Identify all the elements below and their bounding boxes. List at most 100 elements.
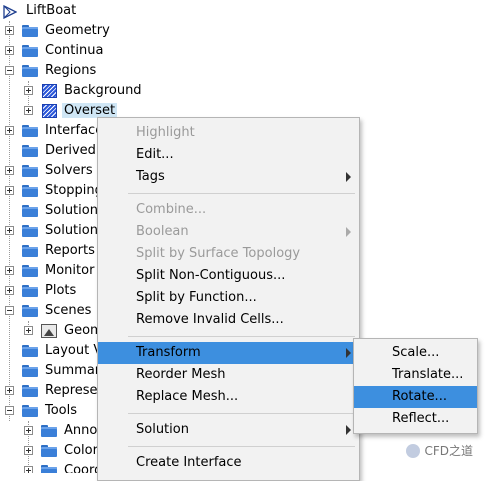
menu-item-label: Combine... bbox=[136, 202, 207, 217]
tree-item-label: Continua bbox=[45, 43, 104, 58]
tree-item-geometry[interactable]: Geometry bbox=[0, 21, 120, 41]
menu-item-label: Reorder Mesh bbox=[136, 367, 226, 382]
tree-item-label: Geometry bbox=[45, 23, 110, 38]
menu-item-transform[interactable]: Transform bbox=[98, 342, 359, 364]
tree-item-label: Solvers bbox=[45, 163, 93, 178]
tree-item-label: Derived bbox=[45, 143, 96, 158]
menu-separator bbox=[128, 336, 355, 337]
submenu-arrow-icon bbox=[346, 425, 351, 435]
tree-item-derived[interactable]: Derived bbox=[0, 141, 97, 161]
menu-item-highlight[interactable]: Highlight bbox=[98, 122, 359, 144]
expand-icon[interactable] bbox=[5, 166, 14, 175]
tree-item-reports[interactable]: Reports bbox=[0, 241, 97, 261]
menu-item-label: Split Non-Contiguous... bbox=[136, 268, 286, 283]
menu-item-split-by-function[interactable]: Split by Function... bbox=[98, 287, 359, 309]
tree-item-interfaces[interactable]: Interface bbox=[0, 121, 97, 141]
expand-icon[interactable] bbox=[5, 286, 14, 295]
tree-item-tools[interactable]: Tools bbox=[0, 401, 97, 421]
submenu-arrow-icon bbox=[346, 348, 351, 358]
menu-item-label: Split by Surface Topology bbox=[136, 246, 301, 261]
folder-icon bbox=[22, 185, 38, 197]
menu-item-reorder-mesh[interactable]: Reorder Mesh bbox=[98, 364, 359, 386]
folder-icon bbox=[22, 65, 38, 77]
tree-item-monitors[interactable]: Monitor bbox=[0, 261, 97, 281]
menu-item-create-interface[interactable]: Create Interface bbox=[98, 452, 359, 474]
menu-item-label: Create Interface bbox=[136, 455, 242, 470]
folder-icon bbox=[22, 245, 38, 257]
menu-item-label: Boolean bbox=[136, 224, 189, 239]
watermark-text: CFD之道 bbox=[424, 444, 473, 458]
tree-item-label: Plots bbox=[45, 283, 77, 298]
expand-icon[interactable] bbox=[24, 326, 33, 335]
tree-item-summaries[interactable]: Summar bbox=[0, 361, 97, 381]
menu-item-combine[interactable]: Combine... bbox=[98, 199, 359, 221]
expand-icon[interactable] bbox=[5, 46, 14, 55]
expand-icon[interactable] bbox=[24, 86, 33, 95]
tree-item-label: Tools bbox=[45, 403, 78, 418]
tree-root[interactable]: LiftBoat bbox=[0, 1, 200, 21]
tree-item-regions[interactable]: Regions bbox=[0, 61, 120, 81]
menu-item-translate[interactable]: Translate... bbox=[354, 364, 477, 386]
folder-icon bbox=[22, 305, 38, 317]
tree-item-continua[interactable]: Continua bbox=[0, 41, 120, 61]
menu-item-label: Scale... bbox=[392, 345, 440, 360]
collapse-icon[interactable] bbox=[5, 66, 14, 75]
tree-item-coordinate-systems[interactable]: Coord bbox=[0, 461, 97, 473]
expand-icon[interactable] bbox=[5, 226, 14, 235]
menu-item-scale[interactable]: Scale... bbox=[354, 342, 477, 364]
tree-item-label: Solution bbox=[45, 223, 97, 238]
tree-item-label: Monitor bbox=[45, 263, 95, 278]
menu-item-reflect[interactable]: Reflect... bbox=[354, 408, 477, 430]
folder-icon bbox=[22, 385, 38, 397]
tree-item-colormaps[interactable]: Color bbox=[0, 441, 97, 461]
tree-item-solution[interactable]: Solution bbox=[0, 201, 97, 221]
tree-item-label: Background bbox=[64, 83, 142, 98]
collapse-icon[interactable] bbox=[5, 406, 14, 415]
tree-item-geometry-scene[interactable]: Geom bbox=[0, 321, 97, 341]
expand-icon[interactable] bbox=[5, 126, 14, 135]
tree-item-label: Interface bbox=[45, 123, 97, 138]
expand-icon[interactable] bbox=[24, 426, 33, 435]
tree-item-label: Reports bbox=[45, 243, 95, 258]
expand-icon[interactable] bbox=[5, 386, 14, 395]
menu-item-remove-invalid-cells[interactable]: Remove Invalid Cells... bbox=[98, 309, 359, 331]
menu-item-label: Rotate... bbox=[392, 389, 447, 404]
expand-icon[interactable] bbox=[5, 266, 14, 275]
menu-item-split-non-contiguous[interactable]: Split Non-Contiguous... bbox=[98, 265, 359, 287]
folder-icon bbox=[41, 445, 57, 457]
tree-item-annotations[interactable]: Anno bbox=[0, 421, 97, 441]
tree-root-label: LiftBoat bbox=[26, 3, 77, 18]
menu-item-replace-mesh[interactable]: Replace Mesh... bbox=[98, 386, 359, 408]
tree-item-label: Color bbox=[64, 443, 97, 458]
menu-item-edit[interactable]: Edit... bbox=[98, 144, 359, 166]
tree-item-background[interactable]: Background bbox=[0, 81, 160, 101]
tree-item-label: Coord bbox=[64, 463, 97, 473]
menu-item-tags[interactable]: Tags bbox=[98, 166, 359, 188]
tree-item-label: Represer bbox=[45, 383, 97, 398]
menu-item-label: Remove Invalid Cells... bbox=[136, 312, 284, 327]
transform-submenu: Scale... Translate... Rotate... Reflect.… bbox=[353, 338, 478, 434]
menu-item-rotate[interactable]: Rotate... bbox=[354, 386, 477, 408]
expand-icon[interactable] bbox=[24, 106, 33, 115]
collapse-icon[interactable] bbox=[5, 306, 14, 315]
tree-item-representations[interactable]: Represer bbox=[0, 381, 97, 401]
tree-item-label-selected: Overset bbox=[62, 103, 118, 118]
tree-item-solution-2[interactable]: Solution bbox=[0, 221, 97, 241]
menu-item-split-by-surface-topology[interactable]: Split by Surface Topology bbox=[98, 243, 359, 265]
menu-item-boolean[interactable]: Boolean bbox=[98, 221, 359, 243]
tree-item-scenes[interactable]: Scenes bbox=[0, 301, 97, 321]
tree-item-label: Regions bbox=[45, 63, 97, 78]
scene-icon bbox=[41, 324, 57, 338]
expand-icon[interactable] bbox=[24, 446, 33, 455]
region-icon bbox=[42, 84, 57, 98]
expand-icon[interactable] bbox=[24, 466, 33, 473]
menu-item-solution[interactable]: Solution bbox=[98, 419, 359, 441]
tree-item-layout-views[interactable]: Layout V bbox=[0, 341, 97, 361]
folder-icon bbox=[22, 285, 38, 297]
tree-item-plots[interactable]: Plots bbox=[0, 281, 97, 301]
tree-item-stopping[interactable]: Stopping bbox=[0, 181, 97, 201]
expand-icon[interactable] bbox=[5, 26, 14, 35]
expand-icon[interactable] bbox=[5, 186, 14, 195]
tree-item-solvers[interactable]: Solvers bbox=[0, 161, 97, 181]
submenu-arrow-icon bbox=[346, 227, 351, 237]
